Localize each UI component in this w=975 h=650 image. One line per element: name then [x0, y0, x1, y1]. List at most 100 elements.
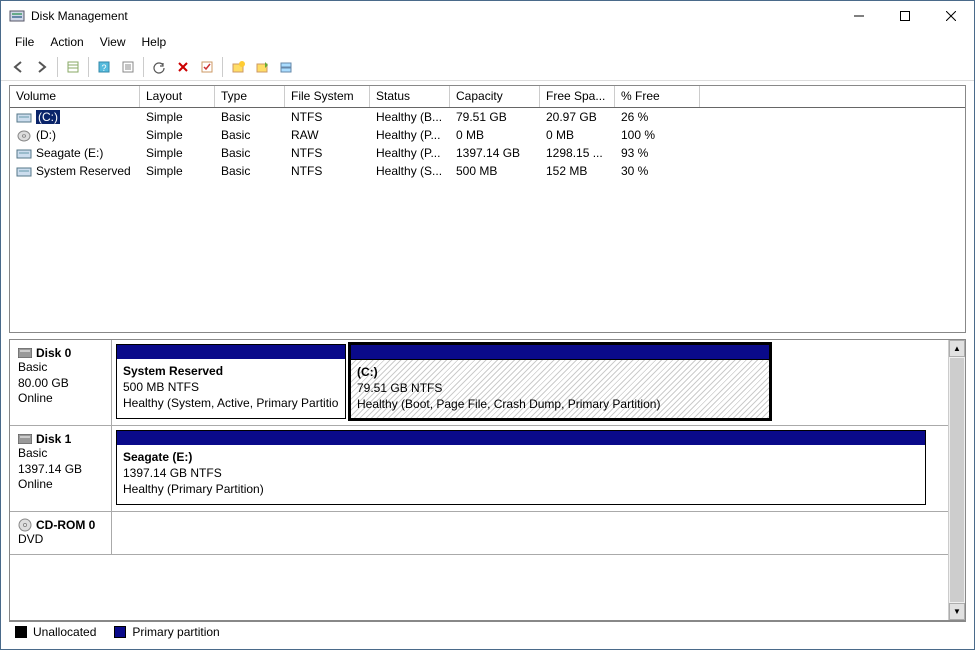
- disk-size: 1397.14 GB: [18, 462, 103, 478]
- legend-primary-label: Primary partition: [132, 625, 219, 639]
- partition-size: 500 MB NTFS: [123, 379, 339, 395]
- volume-free: 20.97 GB: [540, 109, 615, 125]
- volume-row[interactable]: Seagate (E:)SimpleBasicNTFSHealthy (P...…: [10, 144, 965, 162]
- partition-color-bar: [117, 431, 925, 445]
- column-layout[interactable]: Layout: [140, 86, 215, 107]
- column-capacity[interactable]: Capacity: [450, 86, 540, 107]
- view-list-button[interactable]: [62, 56, 84, 78]
- vertical-scrollbar[interactable]: ▲▼: [948, 340, 965, 620]
- volume-name: (C:): [36, 110, 60, 124]
- back-button[interactable]: [7, 56, 29, 78]
- disk-row[interactable]: Disk 0Basic80.00 GBOnlineSystem Reserved…: [10, 340, 948, 426]
- volume-capacity: 500 MB: [450, 163, 540, 179]
- app-window: Disk Management File Action View Help ?: [0, 0, 975, 650]
- volume-name: System Reserved: [36, 164, 131, 178]
- volume-list-body: (C:)SimpleBasicNTFSHealthy (B...79.51 GB…: [10, 108, 965, 180]
- volume-name: Seagate (E:): [36, 146, 103, 160]
- volume-filesystem: RAW: [285, 127, 370, 143]
- volume-filesystem: NTFS: [285, 109, 370, 125]
- layout-button[interactable]: [275, 56, 297, 78]
- volume-percent: 100 %: [615, 127, 700, 143]
- refresh-button[interactable]: [148, 56, 170, 78]
- close-button[interactable]: [928, 1, 974, 31]
- volume-list[interactable]: Volume Layout Type File System Status Ca…: [9, 85, 966, 333]
- volume-type: Basic: [215, 163, 285, 179]
- volume-filesystem: NTFS: [285, 145, 370, 161]
- scroll-down-button[interactable]: ▼: [949, 603, 965, 620]
- volume-percent: 26 %: [615, 109, 700, 125]
- volume-status: Healthy (B...: [370, 109, 450, 125]
- volume-list-header: Volume Layout Type File System Status Ca…: [10, 86, 965, 108]
- maximize-button[interactable]: [882, 1, 928, 31]
- delete-button[interactable]: [172, 56, 194, 78]
- menu-view[interactable]: View: [92, 33, 134, 51]
- disk-row[interactable]: Disk 1Basic1397.14 GBOnlineSeagate (E:)1…: [10, 426, 948, 512]
- disk-partitions: Seagate (E:)1397.14 GB NTFSHealthy (Prim…: [112, 426, 948, 511]
- partition-body: (C:)79.51 GB NTFSHealthy (Boot, Page Fil…: [351, 359, 769, 418]
- column-volume[interactable]: Volume: [10, 86, 140, 107]
- partition-body: Seagate (E:)1397.14 GB NTFSHealthy (Prim…: [117, 445, 925, 504]
- partition-status: Healthy (Primary Partition): [123, 481, 919, 497]
- volume-free: 0 MB: [540, 127, 615, 143]
- menu-help[interactable]: Help: [134, 33, 175, 51]
- partition-size: 1397.14 GB NTFS: [123, 465, 919, 481]
- disk-name: Disk 0: [18, 346, 103, 360]
- disk-label: Disk 1Basic1397.14 GBOnline: [10, 426, 112, 511]
- column-free-space[interactable]: Free Spa...: [540, 86, 615, 107]
- volume-layout: Simple: [140, 145, 215, 161]
- help-button[interactable]: ?: [93, 56, 115, 78]
- scroll-up-button[interactable]: ▲: [949, 340, 965, 357]
- titlebar: Disk Management: [1, 1, 974, 31]
- partition-name: System Reserved: [123, 363, 339, 379]
- volume-type: Basic: [215, 145, 285, 161]
- volume-row[interactable]: System ReservedSimpleBasicNTFSHealthy (S…: [10, 162, 965, 180]
- legend-primary-swatch: [114, 626, 126, 638]
- menu-action[interactable]: Action: [42, 33, 91, 51]
- volume-row[interactable]: (D:)SimpleBasicRAWHealthy (P...0 MB0 MB1…: [10, 126, 965, 144]
- volume-status: Healthy (P...: [370, 127, 450, 143]
- toolbar-separator: [88, 57, 89, 77]
- column-filesystem[interactable]: File System: [285, 86, 370, 107]
- disk-state: Online: [18, 477, 103, 493]
- scroll-thumb[interactable]: [950, 358, 964, 602]
- column-percent-free[interactable]: % Free: [615, 86, 700, 107]
- volume-capacity: 0 MB: [450, 127, 540, 143]
- window-title: Disk Management: [31, 9, 836, 23]
- column-type[interactable]: Type: [215, 86, 285, 107]
- check-button[interactable]: [196, 56, 218, 78]
- forward-button[interactable]: [31, 56, 53, 78]
- menu-file[interactable]: File: [7, 33, 42, 51]
- partition-box[interactable]: (C:)79.51 GB NTFSHealthy (Boot, Page Fil…: [350, 344, 770, 419]
- properties-button[interactable]: [117, 56, 139, 78]
- partition-box[interactable]: System Reserved500 MB NTFSHealthy (Syste…: [116, 344, 346, 419]
- disk-icon: [18, 434, 32, 444]
- disk-label: CD-ROM 0DVD: [10, 512, 112, 554]
- extend-button[interactable]: [251, 56, 273, 78]
- volume-icon: [16, 166, 32, 178]
- disk-label: Disk 0Basic80.00 GBOnline: [10, 340, 112, 425]
- menubar: File Action View Help: [1, 31, 974, 53]
- volume-icon: [16, 130, 32, 142]
- legend: Unallocated Primary partition: [9, 621, 966, 641]
- volume-row[interactable]: (C:)SimpleBasicNTFSHealthy (B...79.51 GB…: [10, 108, 965, 126]
- disk-row[interactable]: CD-ROM 0DVD: [10, 512, 948, 555]
- partition-color-bar: [117, 345, 345, 359]
- column-status[interactable]: Status: [370, 86, 450, 107]
- volume-layout: Simple: [140, 163, 215, 179]
- new-volume-button[interactable]: [227, 56, 249, 78]
- volume-layout: Simple: [140, 109, 215, 125]
- disk-name: CD-ROM 0: [18, 518, 103, 532]
- partition-box[interactable]: Seagate (E:)1397.14 GB NTFSHealthy (Prim…: [116, 430, 926, 505]
- legend-unallocated-label: Unallocated: [33, 625, 96, 639]
- partition-name: (C:): [357, 364, 763, 380]
- volume-capacity: 79.51 GB: [450, 109, 540, 125]
- disk-state: Online: [18, 391, 103, 407]
- volume-percent: 30 %: [615, 163, 700, 179]
- disk-graphical-view[interactable]: Disk 0Basic80.00 GBOnlineSystem Reserved…: [9, 339, 966, 621]
- disk-partitions: [112, 512, 948, 554]
- partition-status: Healthy (System, Active, Primary Partiti…: [123, 395, 339, 411]
- volume-free: 152 MB: [540, 163, 615, 179]
- volume-percent: 93 %: [615, 145, 700, 161]
- disk-size: 80.00 GB: [18, 376, 103, 392]
- minimize-button[interactable]: [836, 1, 882, 31]
